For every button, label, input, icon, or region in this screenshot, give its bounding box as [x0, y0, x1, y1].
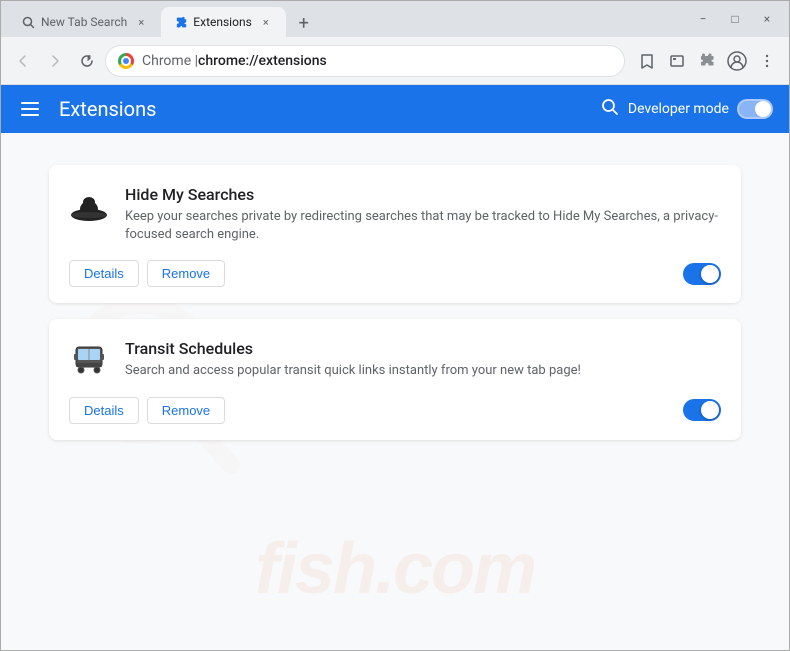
transit-schedules-info: Transit Schedules Search and access popu… [125, 339, 721, 380]
new-tab-button[interactable]: + [290, 9, 318, 37]
hamburger-menu-button[interactable] [17, 98, 43, 120]
chrome-logo-icon [118, 53, 134, 69]
hide-my-searches-name: Hide My Searches [125, 185, 721, 204]
extension-card-top-2: Transit Schedules Search and access popu… [69, 339, 721, 380]
hamburger-line-1 [21, 102, 39, 104]
hide-my-searches-toggle[interactable] [683, 263, 721, 285]
save-to-drive-button[interactable] [663, 47, 691, 75]
search-extensions-icon[interactable] [600, 97, 620, 122]
title-bar: New Tab Search × Extensions × + − □ × [1, 1, 789, 37]
transit-schedules-details-button[interactable]: Details [69, 397, 139, 424]
extensions-header: Extensions Developer mode [1, 85, 789, 133]
hide-my-searches-description: Keep your searches private by redirectin… [125, 208, 721, 244]
extension-card-transit-schedules: Transit Schedules Search and access popu… [49, 319, 741, 439]
omnibox[interactable]: Chrome | chrome://extensions [105, 45, 625, 77]
hide-my-searches-icon [69, 185, 109, 225]
transit-schedules-name: Transit Schedules [125, 339, 721, 358]
maximize-button[interactable]: □ [721, 8, 749, 30]
tab-2-close[interactable]: × [258, 14, 274, 30]
hide-my-searches-info: Hide My Searches Keep your searches priv… [125, 185, 721, 244]
close-button[interactable]: × [753, 8, 781, 30]
back-button[interactable] [9, 47, 37, 75]
omnibox-domain: Chrome | [142, 53, 198, 69]
tab-extensions[interactable]: Extensions × [161, 7, 285, 37]
extension-card-bottom-1: Details Remove [69, 260, 721, 287]
hide-my-searches-details-button[interactable]: Details [69, 260, 139, 287]
browser-window: New Tab Search × Extensions × + − □ × [0, 0, 790, 651]
developer-mode-area: Developer mode [600, 97, 773, 122]
search-tab-icon [21, 15, 35, 29]
tabs-container: New Tab Search × Extensions × + [9, 1, 689, 37]
developer-mode-toggle[interactable] [737, 99, 773, 119]
extensions-page-title: Extensions [59, 97, 584, 121]
address-bar: Chrome | chrome://extensions [1, 37, 789, 85]
tab-2-label: Extensions [193, 15, 251, 29]
extension-card-bottom-2: Details Remove [69, 397, 721, 424]
minimize-button[interactable]: − [689, 8, 717, 30]
watermark-text: fish.com [255, 528, 535, 610]
forward-button[interactable] [41, 47, 69, 75]
hide-my-searches-toggle-knob [701, 265, 719, 283]
account-button[interactable] [723, 47, 751, 75]
extension-card-top-1: Hide My Searches Keep your searches priv… [69, 185, 721, 244]
menu-button[interactable] [753, 47, 781, 75]
transit-schedules-icon [69, 339, 109, 379]
window-controls: − □ × [689, 8, 781, 30]
developer-mode-label: Developer mode [628, 101, 729, 117]
transit-schedules-toggle-knob [701, 401, 719, 419]
toolbar-icons [633, 47, 781, 75]
extension-card-hide-my-searches: Hide My Searches Keep your searches priv… [49, 165, 741, 303]
tab-1-label: New Tab Search [41, 15, 127, 29]
transit-schedules-remove-button[interactable]: Remove [147, 397, 225, 424]
puzzle-tab-icon [173, 15, 187, 29]
hamburger-line-2 [21, 108, 39, 110]
omnibox-text: Chrome | chrome://extensions [142, 53, 612, 69]
hide-my-searches-remove-button[interactable]: Remove [147, 260, 225, 287]
main-content: fish.com Hide My Searches Keep your sear… [1, 133, 789, 650]
transit-schedules-description: Search and access popular transit quick … [125, 362, 721, 380]
toggle-knob [755, 101, 771, 117]
reload-button[interactable] [73, 47, 101, 75]
omnibox-path: chrome://extensions [198, 53, 327, 69]
bookmark-button[interactable] [633, 47, 661, 75]
tab-new-tab-search[interactable]: New Tab Search × [9, 7, 161, 37]
tab-1-close[interactable]: × [133, 14, 149, 30]
hamburger-line-3 [21, 114, 39, 116]
transit-schedules-toggle[interactable] [683, 399, 721, 421]
extensions-button[interactable] [693, 47, 721, 75]
